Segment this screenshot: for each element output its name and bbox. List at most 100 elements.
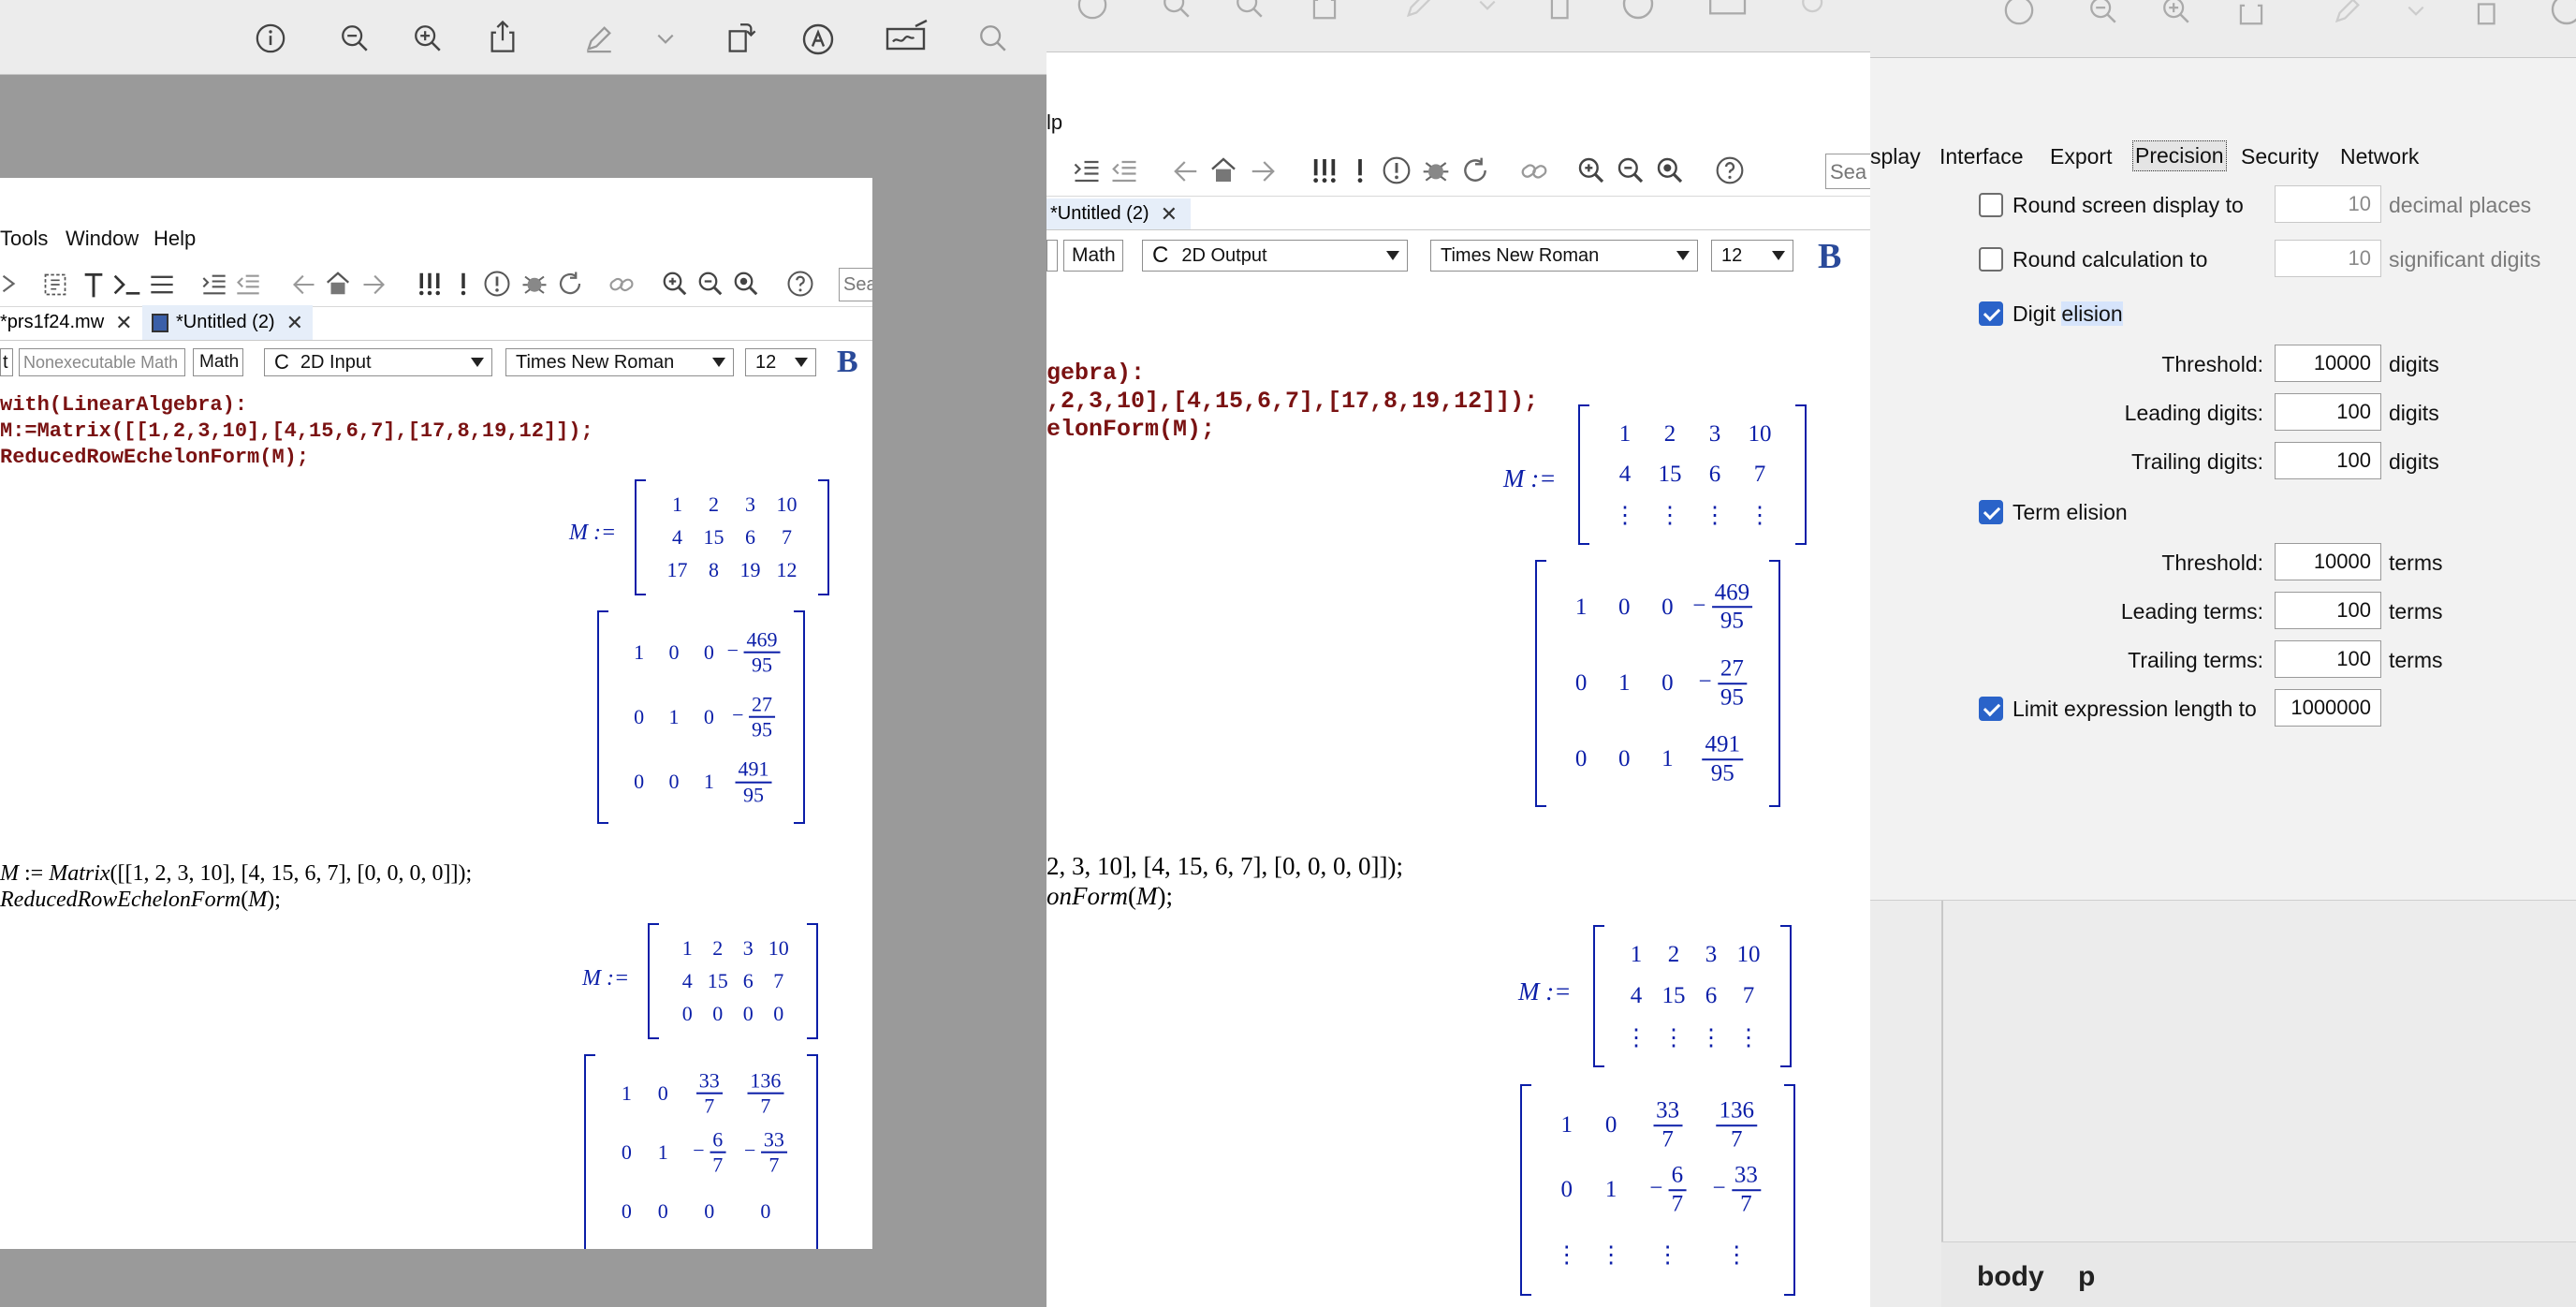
round-calculation-checkbox[interactable]: [1979, 247, 2003, 272]
execute-icon[interactable]: [455, 270, 472, 298]
tab-network[interactable]: Network: [2340, 144, 2419, 169]
share-icon[interactable]: [487, 19, 519, 54]
close-icon[interactable]: ✕: [1161, 202, 1178, 227]
share-icon[interactable]: [2235, 0, 2267, 26]
restart-icon[interactable]: [1460, 155, 1490, 185]
leading-digits-field[interactable]: 100: [2275, 393, 2381, 431]
zoom-out-icon[interactable]: [2087, 0, 2119, 26]
info-icon[interactable]: [2003, 0, 2035, 26]
zoom-in-icon[interactable]: [661, 270, 689, 298]
output-mode-select[interactable]: C 2D Output: [1142, 240, 1408, 272]
back-icon[interactable]: [1170, 157, 1202, 185]
arrow-right-icon[interactable]: [0, 273, 17, 294]
outdent-icon[interactable]: [234, 272, 262, 298]
highlighter-icon[interactable]: [582, 22, 616, 54]
restart-icon[interactable]: [556, 270, 584, 298]
limit-length-field[interactable]: 1000000: [2275, 689, 2381, 727]
font-size-select[interactable]: 12: [1711, 240, 1793, 272]
context-partial-field[interactable]: [1046, 240, 1058, 272]
trailing-terms-field[interactable]: 100: [2275, 640, 2381, 678]
close-icon[interactable]: ✕: [115, 311, 132, 335]
math-mode-button[interactable]: Math: [193, 348, 243, 376]
info-icon[interactable]: [1076, 0, 1108, 21]
text-mode-icon[interactable]: [80, 270, 107, 300]
menu-window[interactable]: Window: [66, 227, 139, 251]
interrupt-icon[interactable]: [483, 270, 511, 298]
zoom-out-icon[interactable]: [696, 270, 724, 298]
code-line[interactable]: ,2,3,10],[4,15,6,7],[17,8,19,12]]);: [1046, 388, 1538, 415]
rotate-icon[interactable]: [2473, 0, 2505, 26]
chevron-down-icon[interactable]: [1477, 0, 1498, 13]
round-display-field[interactable]: 10: [2275, 185, 2381, 223]
math-input-line[interactable]: 2, 3, 10], [4, 15, 6, 7], [0, 0, 0, 0]])…: [1046, 852, 1403, 881]
status-body[interactable]: body: [1977, 1261, 2044, 1293]
signature-icon[interactable]: [884, 19, 930, 54]
font-size-select[interactable]: 12: [745, 348, 816, 376]
execute-all-icon[interactable]: [1309, 155, 1340, 185]
status-p[interactable]: p: [2078, 1261, 2095, 1293]
help-icon[interactable]: [1715, 155, 1745, 185]
code-line[interactable]: gebra):: [1046, 360, 1145, 387]
highlighter-icon[interactable]: [1402, 0, 1436, 21]
digit-threshold-field[interactable]: 10000: [2275, 345, 2381, 382]
tab-export[interactable]: Export: [2050, 144, 2112, 169]
menu-tools[interactable]: Tools: [0, 227, 48, 251]
back-icon[interactable]: [290, 272, 318, 298]
zoom-out-icon[interactable]: [1616, 155, 1646, 185]
indent-icon[interactable]: [1071, 157, 1103, 185]
share-icon[interactable]: [1309, 0, 1340, 21]
tab-untitled-2[interactable]: *Untitled (2) ✕: [142, 305, 314, 340]
bold-button[interactable]: B: [1818, 236, 1841, 277]
code-line[interactable]: with(LinearAlgebra):: [0, 393, 247, 417]
info-icon[interactable]: [255, 22, 286, 54]
signature-icon[interactable]: [1705, 0, 1752, 19]
search-icon[interactable]: [977, 22, 1009, 54]
chevron-down-icon[interactable]: [655, 32, 676, 47]
link-icon[interactable]: [608, 272, 635, 298]
menu-help[interactable]: lp: [1046, 110, 1062, 135]
menu-help[interactable]: Help: [154, 227, 196, 251]
outdent-icon[interactable]: [1108, 157, 1140, 185]
home-icon[interactable]: [1208, 155, 1239, 185]
leading-terms-field[interactable]: 100: [2275, 592, 2381, 629]
zoom-in-icon[interactable]: [1576, 155, 1606, 185]
nonexecutable-math-field[interactable]: Nonexecutable Math: [19, 348, 185, 376]
zoom-in-icon[interactable]: [412, 22, 444, 54]
math-input-line[interactable]: M := Matrix([[1, 2, 3, 10], [4, 15, 6, 7…: [0, 861, 472, 887]
limit-length-checkbox[interactable]: [1979, 697, 2003, 721]
markup-icon[interactable]: [2550, 0, 2576, 26]
debug-icon[interactable]: [1421, 155, 1451, 185]
zoom-out-icon[interactable]: [1161, 0, 1193, 21]
section-icon[interactable]: [148, 272, 176, 298]
math-mode-button[interactable]: Math: [1063, 240, 1123, 272]
execute-all-icon[interactable]: [416, 270, 444, 298]
math-input-line[interactable]: ReducedRowEchelonForm(M);: [0, 888, 281, 913]
forward-icon[interactable]: [359, 272, 388, 298]
code-line[interactable]: M:=Matrix([[1,2,3,10],[4,15,6,7],[17,8,1…: [0, 419, 593, 443]
font-select[interactable]: Times New Roman: [1430, 240, 1698, 272]
rotate-icon[interactable]: [724, 19, 756, 54]
highlighter-icon[interactable]: [2331, 0, 2364, 26]
help-icon[interactable]: [786, 270, 814, 298]
bold-button[interactable]: B: [837, 345, 858, 380]
close-icon[interactable]: ✕: [286, 311, 303, 335]
chevron-down-icon[interactable]: [2406, 4, 2426, 19]
font-select[interactable]: Times New Roman: [505, 348, 734, 376]
zoom-fit-icon[interactable]: [1655, 155, 1685, 185]
math-prompt-icon[interactable]: [112, 272, 142, 298]
code-line[interactable]: elonForm(M);: [1046, 416, 1215, 443]
term-threshold-field[interactable]: 10000: [2275, 543, 2381, 580]
round-calculation-field[interactable]: 10: [2275, 240, 2381, 277]
math-input-line[interactable]: onForm(M);: [1046, 882, 1173, 911]
trailing-digits-field[interactable]: 100: [2275, 442, 2381, 479]
zoom-out-icon[interactable]: [339, 22, 371, 54]
tab-security[interactable]: Security: [2241, 144, 2319, 169]
interrupt-icon[interactable]: [1382, 155, 1412, 185]
markup-icon[interactable]: [801, 22, 835, 56]
tab-untitled-2[interactable]: *Untitled (2) ✕: [1046, 198, 1192, 229]
code-line[interactable]: ReducedRowEchelonForm(M);: [0, 446, 309, 469]
tab-interface[interactable]: Interface: [1939, 144, 2024, 169]
tab-display[interactable]: splay: [1870, 144, 1921, 169]
tab-precision[interactable]: Precision: [2132, 140, 2227, 171]
tab-prs1f24[interactable]: *prs1f24.mw ✕: [0, 305, 133, 340]
